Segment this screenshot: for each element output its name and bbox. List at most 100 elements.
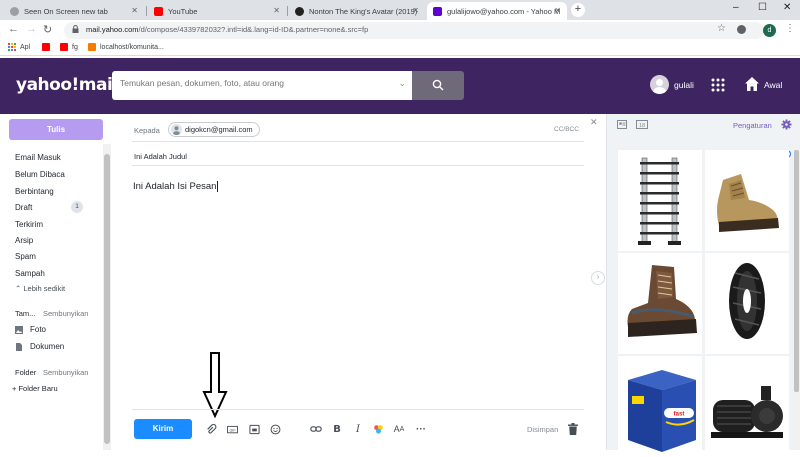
message-body[interactable]: Ini Adalah Isi Pesan xyxy=(133,181,219,192)
sidebar-item-documents[interactable]: Dokumen xyxy=(15,342,64,351)
yahoo-mail-header: yahoo!mail ⌄ gulali Awal xyxy=(0,58,800,114)
extension-icon[interactable] xyxy=(737,25,746,34)
browser-tab-youtube[interactable]: YouTube ✕ xyxy=(148,2,286,20)
svg-text:GIF: GIF xyxy=(229,428,236,432)
browser-tab-seen-on-screen[interactable]: Seen On Screen new tab ✕ xyxy=(4,2,144,20)
sidebar-item-starred[interactable]: Berbintang xyxy=(15,187,54,196)
sidebar-item-archive[interactable]: Arsip xyxy=(15,236,33,245)
views-hide-link[interactable]: Sembunyikan xyxy=(43,309,88,318)
drafts-count-badge: 1 xyxy=(71,201,83,213)
new-tab-button[interactable]: + xyxy=(571,3,585,17)
address-bar[interactable]: mail.yahoo.com/d/compose/4339782032?.int… xyxy=(64,22,764,39)
search-input[interactable] xyxy=(120,78,390,88)
lock-icon xyxy=(72,25,79,33)
minimize-icon[interactable]: – xyxy=(733,2,739,13)
forward-icon[interactable]: → xyxy=(26,23,37,35)
close-icon[interactable]: ✕ xyxy=(273,6,280,15)
paper-box-image: fast xyxy=(628,370,696,452)
sidebar-item-spam[interactable]: Spam xyxy=(15,252,36,261)
bookmark-star-icon[interactable]: ☆ xyxy=(717,23,726,34)
youtube-icon xyxy=(60,43,68,51)
back-icon[interactable]: ← xyxy=(8,23,19,35)
italic-icon[interactable]: I xyxy=(352,423,364,435)
chevron-down-icon[interactable]: ⌄ xyxy=(398,78,406,89)
divider xyxy=(132,409,584,410)
show-less-toggle[interactable]: ⌃ Lebih sedikit xyxy=(15,284,65,293)
scrollbar-thumb[interactable] xyxy=(794,150,799,392)
browser-tab-nonton[interactable]: Nonton The King's Avatar (2019) ✕ xyxy=(289,2,425,20)
text-color-icon[interactable] xyxy=(372,423,384,435)
right-panel-scrollbar[interactable] xyxy=(793,150,800,450)
yahoo-mail-logo[interactable]: yahoo!mail xyxy=(16,75,118,95)
bookmark-youtube[interactable] xyxy=(42,43,54,51)
folders-hide-link[interactable]: Sembunyikan xyxy=(43,368,88,377)
ad-hiking-boot[interactable] xyxy=(618,253,702,354)
show-less-label: Lebih sedikit xyxy=(23,284,66,293)
sidebar-scrollbar[interactable] xyxy=(104,154,110,444)
sidebar-item-drafts[interactable]: Draft xyxy=(15,203,32,212)
sidebar-item-inbox[interactable]: Email Masuk xyxy=(15,153,61,162)
bookmark-localhost[interactable]: localhost/komunita... xyxy=(88,43,164,51)
sticker-icon[interactable] xyxy=(248,423,260,435)
ad-motorcycle-tire[interactable] xyxy=(705,253,789,354)
font-size-icon[interactable]: AA xyxy=(393,423,405,435)
close-icon[interactable]: ✕ xyxy=(131,6,138,15)
bookmark-fg[interactable]: fg xyxy=(60,43,78,51)
link-icon[interactable] xyxy=(310,423,322,435)
tab-title: YouTube xyxy=(168,6,198,16)
emoji-icon[interactable] xyxy=(269,423,281,435)
ad-work-boot[interactable] xyxy=(705,150,789,251)
sidebar-item-trash[interactable]: Sampah xyxy=(15,269,45,278)
document-icon xyxy=(16,342,22,351)
search-button[interactable] xyxy=(412,71,464,100)
browser-menu-icon[interactable]: ⋮ xyxy=(785,23,795,34)
gif-icon[interactable]: GIF xyxy=(226,423,238,435)
recipient-chip[interactable]: digokcn@gmail.com xyxy=(168,122,260,137)
settings-link[interactable]: Pengaturan xyxy=(733,121,772,130)
close-icon[interactable]: ✕ xyxy=(554,6,561,15)
cc-bcc-link[interactable]: CC/BCC xyxy=(554,126,579,133)
ad-paper-box[interactable]: fast xyxy=(618,356,702,457)
gear-icon[interactable] xyxy=(781,119,792,130)
work-boot-image xyxy=(717,174,779,232)
sidebar-item-unread[interactable]: Belum Dibaca xyxy=(15,170,65,179)
sidebar-item-sent[interactable]: Terkirim xyxy=(15,220,43,229)
send-button[interactable]: Kirim xyxy=(134,419,192,439)
profile-avatar[interactable]: d xyxy=(763,24,776,37)
compose-button[interactable]: Tulis xyxy=(9,119,103,140)
calendar-icon[interactable]: 18 xyxy=(636,120,648,129)
chevron-right-icon[interactable]: › xyxy=(591,271,605,285)
contacts-icon[interactable] xyxy=(617,120,627,129)
close-icon[interactable]: ✕ xyxy=(412,6,419,15)
sidebar-item-label: Dokumen xyxy=(30,342,65,351)
apps-grid-icon[interactable] xyxy=(711,78,725,92)
home-label[interactable]: Awal xyxy=(764,80,782,90)
more-options-icon[interactable]: ··· xyxy=(415,423,427,435)
home-icon[interactable] xyxy=(744,76,760,92)
close-icon[interactable]: ✕ xyxy=(590,117,598,128)
ad-ladder[interactable] xyxy=(618,150,702,251)
close-window-icon[interactable]: ✕ xyxy=(783,2,791,13)
yahoo-mail-icon xyxy=(433,6,442,16)
views-section-title: Tam... xyxy=(15,309,36,318)
username-label[interactable]: gulali xyxy=(674,80,694,90)
reload-icon[interactable]: ↻ xyxy=(43,23,52,36)
browser-tab-strip: Seen On Screen new tab ✕ YouTube ✕ Nonto… xyxy=(0,0,800,20)
globe-icon xyxy=(10,6,19,16)
user-icon xyxy=(653,79,666,94)
sidebar-item-photos[interactable]: Foto xyxy=(15,325,46,334)
new-folder-button[interactable]: + Folder Baru xyxy=(12,384,58,393)
bookmark-apps[interactable]: Apl xyxy=(8,43,30,51)
trash-icon[interactable] xyxy=(568,423,578,435)
bold-icon[interactable]: B xyxy=(331,423,343,435)
ladder-image xyxy=(638,157,681,245)
browser-tab-yahoo-mail[interactable]: gulalijowo@yahoo.com - Yahoo M ✕ xyxy=(427,2,567,20)
attachment-icon[interactable] xyxy=(205,423,217,435)
search-box[interactable]: ⌄ xyxy=(112,71,412,100)
ad-water-pump[interactable] xyxy=(705,356,789,457)
maximize-icon[interactable]: ☐ xyxy=(758,2,767,13)
subject-field[interactable]: Ini Adalah Judul xyxy=(134,152,187,161)
tab-divider xyxy=(287,6,288,16)
bookmarks-bar: Apl fg localhost/komunita... xyxy=(0,41,800,56)
user-avatar[interactable] xyxy=(650,75,669,94)
